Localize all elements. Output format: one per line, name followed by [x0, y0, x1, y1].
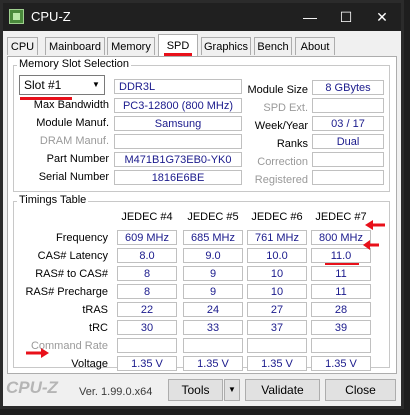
registered-label: Registered [254, 174, 308, 186]
window-title: CPU-Z [31, 9, 71, 24]
tools-button[interactable]: Tools [168, 379, 223, 401]
timings-group-title: Timings Table [17, 194, 89, 206]
timing-cell: 1.35 V [311, 356, 371, 371]
timing-row-label: Frequency [56, 232, 108, 244]
spd-ext-field [312, 98, 384, 113]
spd-ext-label: SPD Ext. [263, 102, 308, 114]
version-text: Ver. 1.99.0.x64 [79, 386, 153, 398]
timing-cell: 9 [183, 284, 243, 299]
timing-cell: 22 [117, 302, 177, 317]
timing-cell: 1.35 V [247, 356, 307, 371]
timing-cell: 11.0 [311, 248, 371, 263]
timing-cell: 8 [117, 266, 177, 281]
timing-cell: 1.35 V [117, 356, 177, 371]
timing-column-header: JEDEC #4 [121, 211, 173, 223]
timing-cell: 609 MHz [117, 230, 177, 245]
timing-cell: 11 [311, 284, 371, 299]
timing-cell: 9.0 [183, 248, 243, 263]
timing-cell [117, 338, 177, 353]
tab-underline-annotation [164, 53, 192, 56]
timing-row-label: RAS# to CAS# [35, 268, 108, 280]
timing-cell [311, 338, 371, 353]
cpuz-app-icon [9, 9, 24, 24]
module-size-field: 8 GBytes [312, 80, 384, 95]
cpuz-window: CPU-Z — ☐ ✕ CPU Mainboard Memory SPD Gra… [0, 0, 404, 409]
ranks-field: Dual [312, 134, 384, 149]
timing-cell: 11 [311, 266, 371, 281]
tab-bar: CPU Mainboard Memory SPD Graphics Bench … [3, 31, 401, 57]
cas-underline-annotation [325, 263, 359, 265]
maximize-button[interactable]: ☐ [329, 6, 363, 28]
close-window-button[interactable]: ✕ [365, 6, 399, 28]
timing-row-label: Command Rate [30, 340, 108, 352]
timing-row-label: CAS# Latency [37, 250, 108, 262]
timing-cell: 30 [117, 320, 177, 335]
timing-row-label: tRC [89, 322, 108, 334]
tab-about[interactable]: About [295, 37, 335, 55]
spd-panel: Memory Slot Selection Slot #1 ▼ DDR3L Ma… [7, 56, 397, 374]
max-bandwidth-field: PC3-12800 (800 MHz) [114, 98, 242, 113]
slot-select[interactable]: Slot #1 ▼ [19, 75, 105, 95]
timing-row-label: tRAS [82, 304, 108, 316]
registered-field [312, 170, 384, 185]
timing-column-header: JEDEC #7 [315, 211, 367, 223]
timing-cell: 10.0 [247, 248, 307, 263]
timing-column-header: JEDEC #6 [251, 211, 303, 223]
tab-memory[interactable]: Memory [107, 37, 155, 55]
timing-cell: 1.35 V [183, 356, 243, 371]
memory-slot-group: Memory Slot Selection Slot #1 ▼ DDR3L Ma… [13, 58, 390, 192]
tab-cpu[interactable]: CPU [7, 37, 38, 55]
ranks-label: Ranks [276, 138, 308, 150]
timing-cell: 28 [311, 302, 371, 317]
serial-number-label: Serial Number [38, 171, 109, 183]
correction-label: Correction [257, 156, 308, 168]
correction-field [312, 152, 384, 167]
tab-graphics[interactable]: Graphics [201, 37, 251, 55]
timing-cell: 800 MHz [311, 230, 371, 245]
title-bar[interactable]: CPU-Z — ☐ ✕ [3, 3, 401, 31]
max-bandwidth-label: Max Bandwidth [33, 99, 109, 111]
close-button[interactable]: Close [325, 379, 396, 401]
module-size-label: Module Size [247, 84, 308, 96]
serial-number-field: 1816E6BE [114, 170, 242, 185]
timing-cell: 24 [183, 302, 243, 317]
timings-group: Timings Table JEDEC #4 JEDEC #5 JEDEC #6 JE… [13, 194, 390, 371]
timing-cell: 8 [117, 284, 177, 299]
timing-cell: 685 MHz [183, 230, 243, 245]
timing-cell [183, 338, 243, 353]
timing-cell: 10 [247, 266, 307, 281]
timing-row-label: RAS# Precharge [25, 286, 108, 298]
cpuz-logo: CPU-Z [6, 378, 58, 397]
part-number-label: Part Number [46, 153, 109, 165]
validate-button[interactable]: Validate [245, 379, 320, 401]
timing-cell: 761 MHz [247, 230, 307, 245]
timing-cell [247, 338, 307, 353]
timing-cell: 33 [183, 320, 243, 335]
dram-manuf-label: DRAM Manuf. [39, 135, 109, 147]
timing-cell: 37 [247, 320, 307, 335]
tab-mainboard[interactable]: Mainboard [45, 37, 105, 55]
tab-bench[interactable]: Bench [254, 37, 292, 55]
dram-manuf-field [114, 134, 242, 149]
timing-column-header: JEDEC #5 [187, 211, 239, 223]
timing-cell: 9 [183, 266, 243, 281]
timing-cell: 10 [247, 284, 307, 299]
tools-dropdown-button[interactable]: ▼ [224, 379, 240, 401]
week-year-label: Week/Year [254, 120, 308, 132]
part-number-field: M471B1G73EB0-YK0 [114, 152, 242, 167]
timing-cell: 39 [311, 320, 371, 335]
timing-cell: 8.0 [117, 248, 177, 263]
module-manuf-field: Samsung [114, 116, 242, 131]
slot-select-value: Slot #1 [24, 78, 62, 92]
chevron-down-icon[interactable]: ▼ [89, 77, 103, 93]
module-manuf-label: Module Manuf. [36, 117, 109, 129]
timing-cell: 27 [247, 302, 307, 317]
memory-slot-group-title: Memory Slot Selection [17, 58, 132, 70]
timing-row-label: Voltage [71, 358, 108, 370]
minimize-button[interactable]: — [293, 6, 327, 28]
week-year-field: 03 / 17 [312, 116, 384, 131]
memory-type-field: DDR3L [114, 79, 242, 94]
chevron-down-icon: ▼ [228, 385, 236, 394]
